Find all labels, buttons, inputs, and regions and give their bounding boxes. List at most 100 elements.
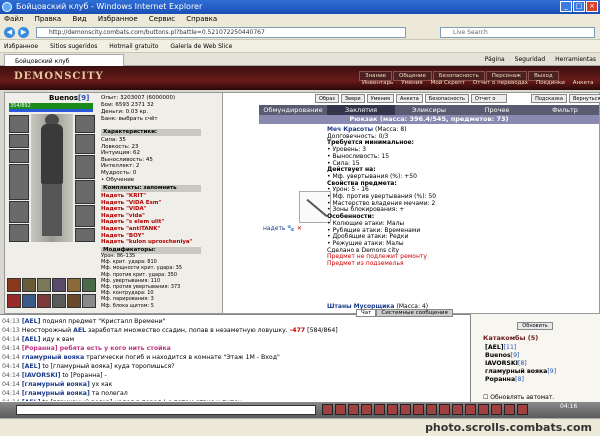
set-item[interactable]: Надеть "BOY"	[101, 233, 205, 240]
amulet-slot[interactable]	[9, 149, 29, 163]
nav-profile[interactable]: Анкета	[569, 80, 598, 86]
set-item[interactable]: Надеть "ViDA Esm"	[101, 200, 205, 207]
chat-time[interactable]: 04:14	[2, 390, 22, 397]
set-item[interactable]: Надеть "s elem ulit"	[101, 219, 205, 226]
nav-skills[interactable]: Умения	[397, 80, 426, 86]
toolbar-button[interactable]	[465, 404, 476, 415]
close-button[interactable]: ×	[586, 1, 598, 12]
chat-nick[interactable]: [IAVORSKI]	[22, 372, 61, 379]
pets-button[interactable]: Звери	[340, 94, 365, 103]
belt-item[interactable]	[22, 294, 36, 308]
belt-item[interactable]	[82, 294, 96, 308]
tab-equipment[interactable]: Обмундирование	[259, 105, 327, 115]
chat-nick[interactable]: гламурный вояка	[22, 354, 84, 361]
url-input[interactable]: http://demonscity.combats.com/buttons.pl…	[36, 27, 406, 38]
toolbar-button[interactable]	[452, 404, 463, 415]
menu-tools[interactable]: Сервис	[149, 15, 175, 23]
forward-icon[interactable]: ▶	[18, 27, 29, 38]
tools-menu[interactable]: Herramientas	[555, 56, 596, 63]
toolbar-button[interactable]	[335, 404, 346, 415]
belt-item[interactable]	[7, 294, 21, 308]
chat-nick[interactable]: [гламурный вояка]	[22, 390, 90, 397]
menu-favorites[interactable]: Избранное	[98, 15, 138, 23]
safety-menu[interactable]: Seguridad	[515, 56, 546, 63]
minimize-button[interactable]: _	[560, 1, 572, 12]
tab-elixirs[interactable]: Эликсиры	[395, 105, 463, 115]
toolbar-button[interactable]	[426, 404, 437, 415]
set-item[interactable]: Надеть "vida"	[101, 213, 205, 220]
chat-time[interactable]: 04:14	[2, 354, 22, 361]
online-user[interactable]: Buenos[9]	[485, 352, 556, 360]
chat-nick[interactable]: AEL	[73, 327, 86, 334]
chat-nick[interactable]: [AEL]	[22, 363, 41, 370]
belt-item[interactable]	[67, 278, 81, 292]
chat-message[interactable]: 04:14 гламурный вояка трагически погиб и…	[2, 353, 468, 362]
fav-item[interactable]: Galería de Web Slice	[170, 43, 232, 50]
menu-edit[interactable]: Правка	[35, 15, 62, 23]
chat-time[interactable]: 04:13	[2, 318, 22, 325]
toolbar-button[interactable]	[387, 404, 398, 415]
belt-item[interactable]	[22, 278, 36, 292]
menu-view[interactable]: Вид	[72, 15, 86, 23]
sets-header[interactable]: Комплекты: запомнить	[101, 185, 201, 192]
belt-item[interactable]	[52, 294, 66, 308]
chat-message[interactable]: 04:14 [AEL] иду к вам	[2, 335, 468, 344]
toolbar-button[interactable]	[491, 404, 502, 415]
menu-help[interactable]: Справка	[186, 15, 217, 23]
toolbar-button[interactable]	[439, 404, 450, 415]
chat-message[interactable]: 04:14 [гламурный вояка] ух как	[2, 380, 468, 389]
bracers-slot[interactable]	[75, 180, 95, 204]
chat-nick[interactable]: [Роранна]	[22, 345, 58, 352]
profile-button[interactable]: Анкета	[396, 94, 423, 103]
armor-slot[interactable]	[9, 201, 29, 223]
set-item[interactable]: Надеть "kulon uproscheniya"	[101, 239, 205, 246]
gloves-slot[interactable]	[75, 115, 95, 133]
tab-other[interactable]: Прочее	[463, 105, 531, 115]
weapon-slot[interactable]	[9, 164, 29, 200]
paw-icon[interactable]: 🐾	[287, 225, 294, 232]
leggings-slot[interactable]	[75, 205, 95, 227]
chat-nick[interactable]: [AEL]	[22, 399, 41, 401]
chat-message[interactable]: 04:14 [гламурный вояка] та полегал	[2, 389, 468, 398]
toolbar-button[interactable]	[361, 404, 372, 415]
menu-file[interactable]: Файл	[4, 15, 23, 23]
toolbar-button[interactable]	[322, 404, 333, 415]
chat-nick[interactable]: [гламурный вояка]	[22, 381, 90, 388]
security-button[interactable]: Безопасность	[424, 94, 470, 103]
chat-nick[interactable]: [AEL]	[22, 336, 41, 343]
character-name[interactable]: Buenos[9]	[49, 94, 89, 102]
chat-time[interactable]: 04:14	[2, 363, 22, 370]
belt-item[interactable]	[82, 278, 96, 292]
favorites-button[interactable]: Избранное	[4, 43, 38, 50]
belt-item[interactable]	[37, 294, 51, 308]
fav-item[interactable]: Hotmail gratuito	[109, 43, 158, 50]
refresh-button[interactable]: Обновить	[517, 322, 553, 330]
toolbar-button[interactable]	[517, 404, 528, 415]
belt-item[interactable]	[37, 278, 51, 292]
item-name[interactable]: Меч Красоты	[327, 126, 373, 133]
online-user[interactable]: гламурный вояка[9]	[485, 368, 556, 376]
set-item[interactable]: Надеть "KRIT"	[101, 193, 205, 200]
auto-refresh-checkbox[interactable]: ☐ Обновлять автомат.	[483, 394, 554, 401]
chat-message[interactable]: 04:13 Неосторожный AEL заработал множест…	[2, 326, 468, 335]
chat-time[interactable]: 04:13	[2, 327, 22, 334]
set-item[interactable]: Надеть "ViDA"	[101, 206, 205, 213]
page-menu[interactable]: Página	[485, 56, 505, 63]
chat-tab[interactable]: Чат	[356, 309, 377, 317]
chat-time[interactable]: 04:14	[2, 372, 22, 379]
chat-message[interactable]: 04:14 [AEL] to [гламурный вояка] куда то…	[2, 362, 468, 371]
toolbar-button[interactable]	[413, 404, 424, 415]
chat-message[interactable]: 04:13 [AEL] поднял предмет "Кристалл Вре…	[2, 317, 468, 326]
chat-message[interactable]: 04:14 [IAVORSKI] to [Роранна] -	[2, 371, 468, 380]
set-item[interactable]: Надеть "antiTANK"	[101, 226, 205, 233]
boots-slot[interactable]	[75, 228, 95, 242]
online-user[interactable]: [AEL][11]	[485, 344, 556, 352]
toolbar-button[interactable]	[504, 404, 515, 415]
transfers-button[interactable]: Отчет о переводах	[471, 94, 508, 110]
online-user[interactable]: IAVORSKI[8]	[485, 360, 556, 368]
toolbar-button[interactable]	[400, 404, 411, 415]
earrings-slot[interactable]	[9, 134, 29, 148]
nav-inventory[interactable]: Инвентарь	[358, 80, 397, 86]
nav-fights[interactable]: Поединки	[532, 80, 569, 86]
shield-slot[interactable]	[75, 134, 95, 154]
